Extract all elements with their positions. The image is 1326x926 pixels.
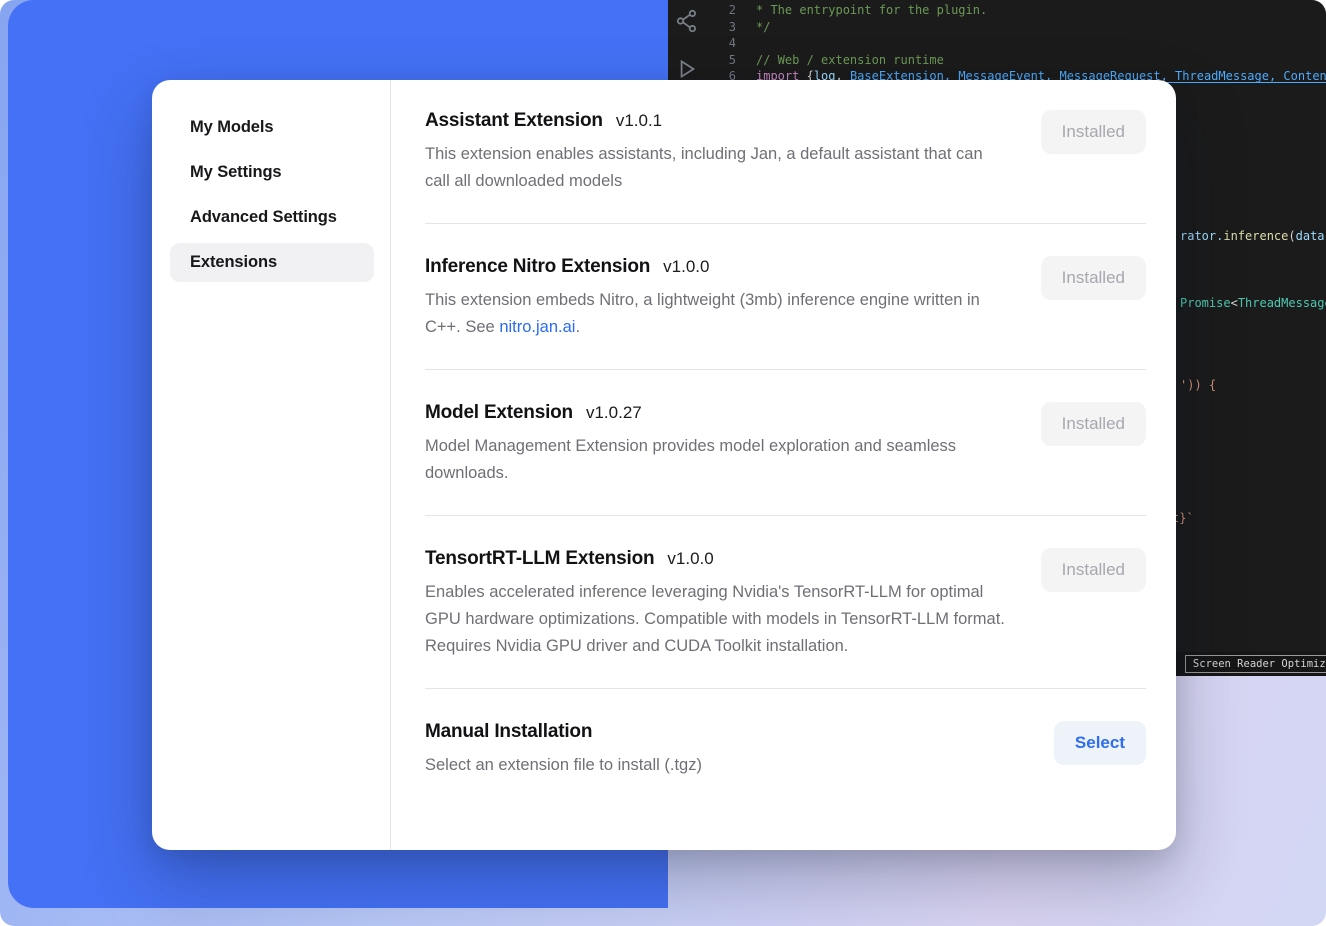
nitro-link[interactable]: nitro.jan.ai [499,318,575,336]
extension-row-nitro: Inference Nitro Extension v1.0.0 This ex… [425,224,1146,369]
extension-row-assistant: Assistant Extension v1.0.1 This extensio… [425,80,1146,223]
extension-description: This extension enables assistants, inclu… [425,141,1005,195]
code-comment: * The entrypoint for the plugin. [756,2,987,19]
line-number: 3 [720,19,736,36]
code-line: 5 // Web / extension runtime [720,52,1326,69]
extension-name: Inference Nitro Extension [425,256,650,278]
code-fragment: ')) { [1180,378,1216,392]
run-debug-icon[interactable] [674,56,700,82]
code-fragment: Promise<ThreadMessage> [1180,296,1326,310]
sidebar-item-my-models[interactable]: My Models [170,108,374,147]
editor-toolbar [674,8,700,82]
extension-description: Enables accelerated inference leveraging… [425,579,1005,660]
git-branch-icon[interactable] [674,8,700,34]
manual-installation-title: Manual Installation [425,721,592,743]
installed-button[interactable]: Installed [1041,256,1146,300]
code-line: 3 */ [720,19,1326,36]
line-number: 2 [720,2,736,19]
extension-name: Assistant Extension [425,110,603,132]
code-line: 4 [720,35,1326,52]
extension-name: Model Extension [425,402,573,424]
extension-version: v1.0.0 [667,549,713,569]
settings-modal: My Models My Settings Advanced Settings … [152,80,1176,850]
installed-button[interactable]: Installed [1041,548,1146,592]
code-fragment: rator.inference(data)); [1180,229,1326,243]
sidebar-item-advanced-settings[interactable]: Advanced Settings [170,198,374,237]
extension-name: TensortRT-LLM Extension [425,548,654,570]
installed-button[interactable]: Installed [1041,402,1146,446]
code-area: 2 * The entrypoint for the plugin. 3 */ … [720,2,1326,85]
settings-sidebar: My Models My Settings Advanced Settings … [152,80,391,850]
line-number: 5 [720,52,736,69]
line-number: 4 [720,35,736,52]
sidebar-item-my-settings[interactable]: My Settings [170,153,374,192]
extensions-panel: Assistant Extension v1.0.1 This extensio… [391,80,1176,850]
extension-version: v1.0.27 [586,403,642,423]
extension-row-tensorrt: TensortRT-LLM Extension v1.0.0 Enables a… [425,516,1146,688]
manual-installation-row: Manual Installation Select an extension … [425,689,1146,801]
sidebar-item-extensions[interactable]: Extensions [170,243,374,282]
manual-installation-description: Select an extension file to install (.tg… [425,752,702,779]
page: 2 * The entrypoint for the plugin. 3 */ … [0,0,1326,926]
extension-version: v1.0.0 [663,257,709,277]
extension-description: Model Management Extension provides mode… [425,433,1005,487]
installed-button[interactable]: Installed [1041,110,1146,154]
code-comment: // Web / extension runtime [756,52,944,69]
extension-description: This extension embeds Nitro, a lightweig… [425,287,1005,341]
extension-version: v1.0.1 [616,111,662,131]
select-file-button[interactable]: Select [1054,721,1146,765]
code-comment: */ [756,19,770,36]
code-line: 2 * The entrypoint for the plugin. [720,2,1326,19]
extension-row-model: Model Extension v1.0.27 Model Management… [425,370,1146,515]
screen-reader-badge[interactable]: Screen Reader Optimize [1185,655,1326,673]
